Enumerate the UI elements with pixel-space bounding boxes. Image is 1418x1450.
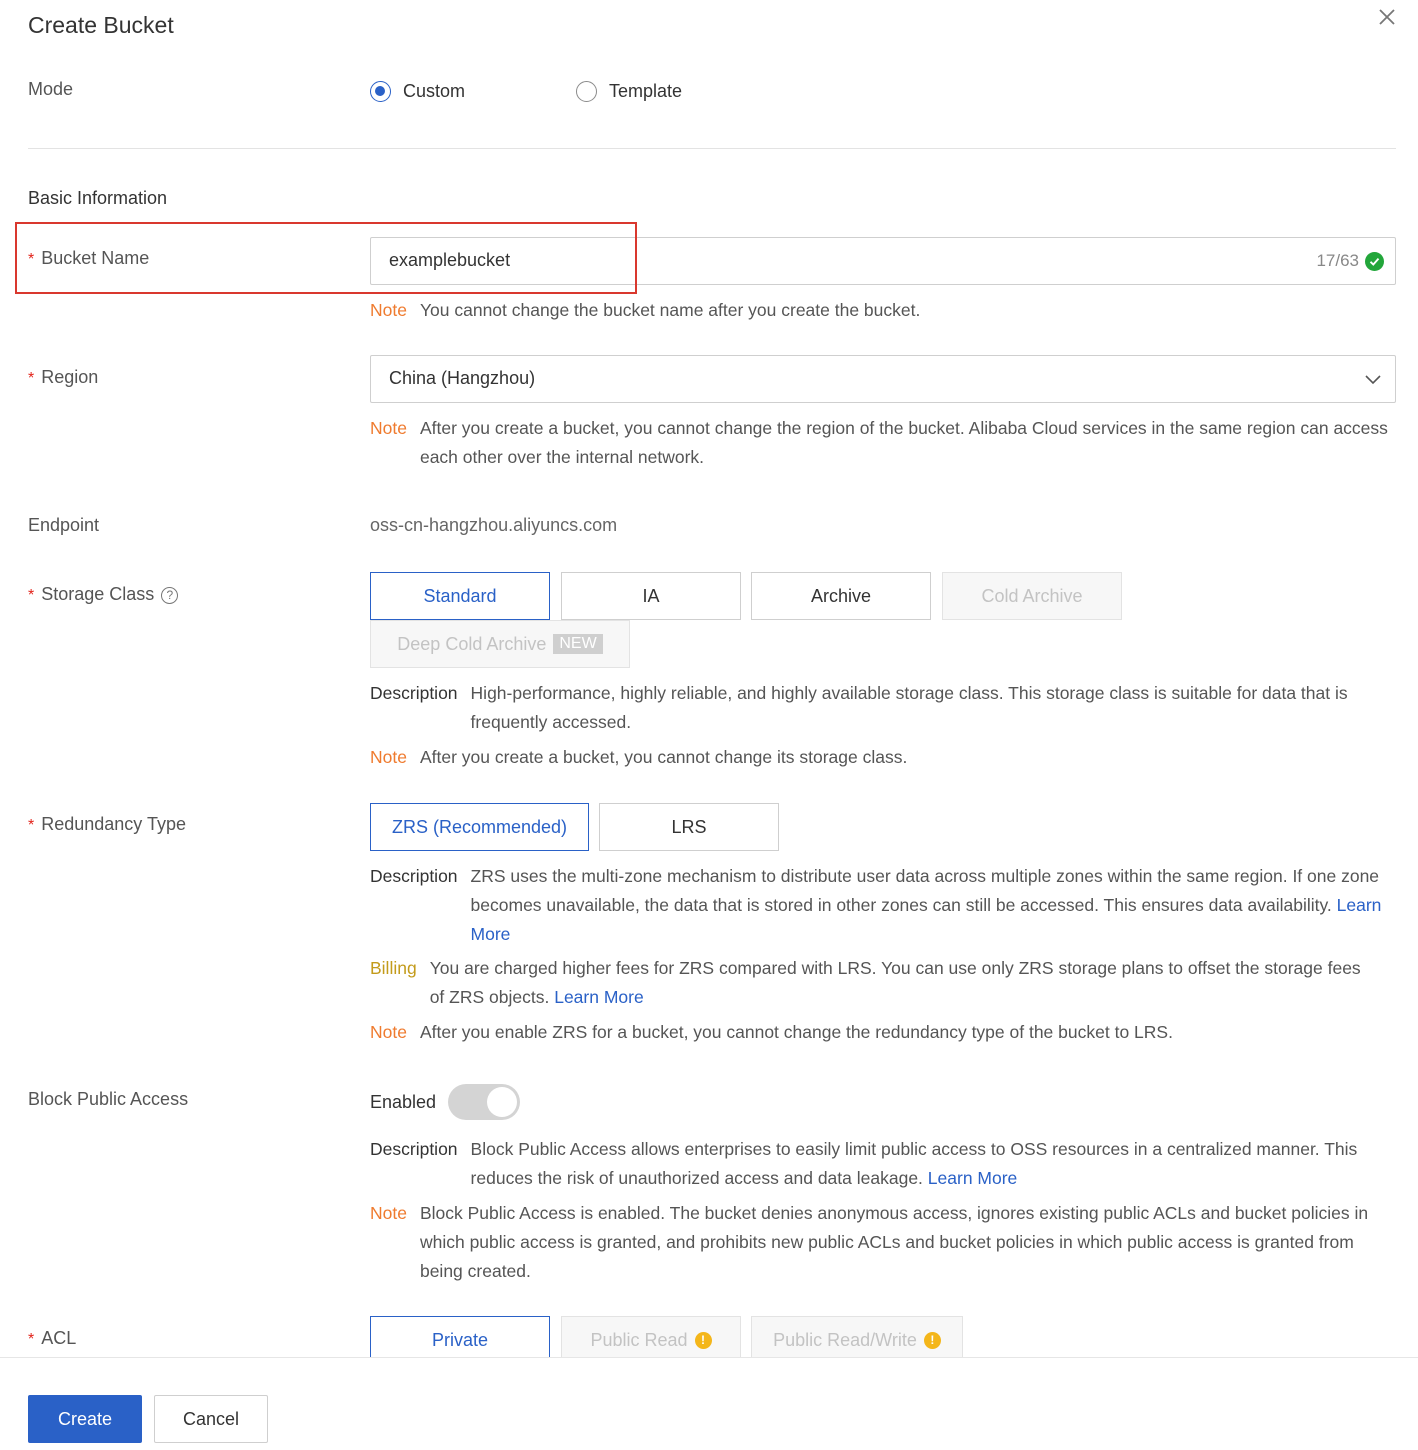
redundancy-type-label: Redundancy Type: [28, 814, 186, 835]
note-tag: Note: [370, 747, 407, 767]
new-badge: NEW: [553, 634, 603, 654]
block-public-access-note: Note Block Public Access is enabled. The…: [370, 1199, 1380, 1286]
section-heading: Basic Information: [28, 188, 168, 208]
block-public-access-toggle[interactable]: [448, 1084, 521, 1120]
learn-more-link[interactable]: Learn More: [928, 1168, 1018, 1188]
redundancy-billing: Billing You are charged higher fees for …: [370, 954, 1370, 1012]
create-button[interactable]: Create: [28, 1395, 142, 1443]
note-text: You cannot change the bucket name after …: [419, 300, 921, 320]
region-value: China (Hangzhou): [389, 368, 536, 388]
storage-class-label: Storage Class?: [28, 584, 179, 605]
section-divider: [28, 148, 1396, 149]
redundancy-note: Note After you enable ZRS for a bucket, …: [370, 1018, 1396, 1047]
storage-class-label-text: Storage Class: [41, 584, 155, 604]
option-label: Deep Cold Archive: [397, 633, 547, 654]
storage-class-description: Description High-performance, highly rel…: [370, 679, 1400, 737]
redundancy-lrs[interactable]: LRS: [599, 803, 779, 851]
note-text: After you enable ZRS for a bucket, you c…: [419, 1022, 1173, 1042]
region-select[interactable]: China (Hangzhou): [370, 355, 1396, 403]
note-tag: Note: [370, 418, 407, 438]
storage-class-ia[interactable]: IA: [561, 572, 741, 620]
dialog-title: Create Bucket: [28, 12, 174, 38]
endpoint-value: oss-cn-hangzhou.aliyuncs.com: [370, 515, 618, 535]
cancel-button[interactable]: Cancel: [154, 1395, 268, 1443]
block-public-access-label: Block Public Access: [28, 1089, 189, 1109]
char-counter: 17/63: [1316, 251, 1359, 270]
description-tag: Description: [370, 1139, 458, 1159]
mode-radio-template[interactable]: Template: [576, 81, 682, 102]
warning-icon: !: [694, 1331, 712, 1349]
storage-class-standard[interactable]: Standard: [370, 572, 550, 620]
storage-class-cold-archive[interactable]: Cold Archive: [942, 572, 1122, 620]
radio-label: Custom: [403, 81, 466, 101]
option-label: Public Read: [590, 1329, 688, 1350]
chevron-down-icon: [1365, 375, 1381, 385]
acl-label: ACL: [28, 1328, 76, 1349]
block-public-access-control: Enabled: [370, 1084, 521, 1120]
description-tag: Description: [370, 683, 458, 703]
warning-icon: !: [923, 1331, 941, 1349]
check-circle-icon: [1365, 252, 1384, 271]
option-label: Public Read/Write: [773, 1329, 917, 1350]
radio-label: Template: [609, 81, 683, 101]
region-label: Region: [28, 367, 98, 388]
note-text: After you create a bucket, you cannot ch…: [419, 747, 908, 767]
redundancy-description: Description ZRS uses the multi-zone mech…: [370, 862, 1400, 949]
note-tag: Note: [370, 300, 407, 320]
region-note: Note After you create a bucket, you cann…: [370, 414, 1396, 472]
block-public-access-description: Description Block Public Access allows e…: [370, 1135, 1370, 1193]
description-text: ZRS uses the multi-zone mechanism to dis…: [470, 866, 1380, 915]
close-icon[interactable]: [1376, 6, 1398, 28]
help-icon[interactable]: ?: [161, 587, 179, 604]
mode-label: Mode: [28, 79, 74, 99]
note-text: After you create a bucket, you cannot ch…: [419, 418, 1388, 467]
description-text: Block Public Access allows enterprises t…: [470, 1139, 1358, 1188]
note-tag: Note: [370, 1022, 407, 1042]
note-tag: Note: [370, 1203, 407, 1223]
mode-radio-custom[interactable]: Custom: [370, 81, 465, 102]
storage-class-deep-cold-archive[interactable]: Deep Cold Archive NEW: [370, 620, 630, 668]
radio-unchecked-icon: [576, 81, 597, 102]
learn-more-link[interactable]: Learn More: [554, 987, 644, 1007]
highlight-box: [15, 222, 637, 294]
storage-class-archive[interactable]: Archive: [751, 572, 931, 620]
switch-label: Enabled: [370, 1091, 437, 1112]
billing-tag: Billing: [370, 958, 417, 978]
dialog-footer: Create Cancel: [0, 1357, 1418, 1450]
toggle-knob: [487, 1087, 518, 1117]
storage-class-note: Note After you create a bucket, you cann…: [370, 743, 1396, 772]
note-text: Block Public Access is enabled. The buck…: [419, 1203, 1369, 1281]
description-tag: Description: [370, 866, 458, 886]
radio-checked-icon: [370, 81, 391, 102]
bucket-name-note: Note You cannot change the bucket name a…: [370, 296, 1396, 325]
endpoint-label: Endpoint: [28, 515, 100, 535]
redundancy-zrs[interactable]: ZRS (Recommended): [370, 803, 589, 851]
description-text: High-performance, highly reliable, and h…: [470, 683, 1348, 732]
